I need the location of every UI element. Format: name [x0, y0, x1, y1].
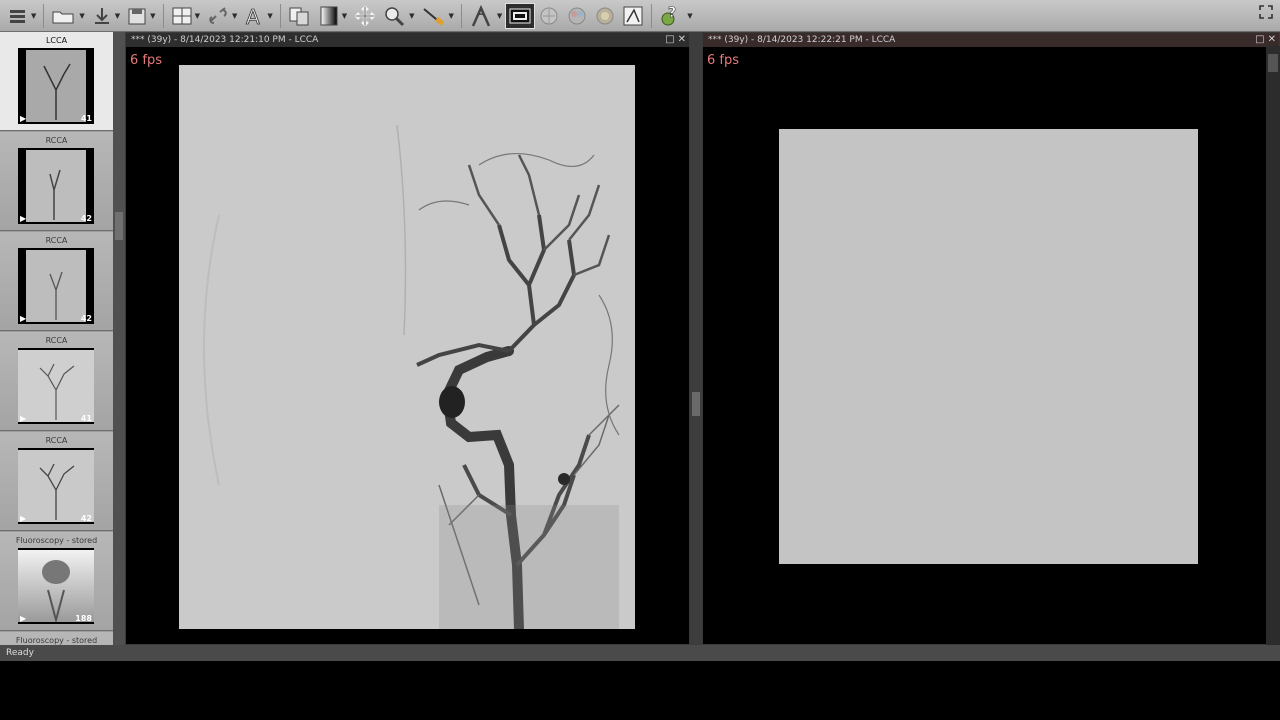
thumbnail-label: LCCA [45, 36, 68, 45]
series-thumbnail[interactable]: Fluoroscopy - stored [0, 632, 113, 645]
thumbnail-label: Fluoroscopy - stored [15, 636, 98, 645]
thumbnail-label: RCCA [45, 136, 68, 145]
thumbnail-image: ▶ 41 [18, 348, 94, 424]
toolbar-separator [43, 3, 45, 28]
frame-count: 42 [80, 514, 92, 523]
thumbnail-image: ▶ 41 [18, 48, 94, 124]
edit-icon[interactable] [619, 2, 647, 30]
download-icon[interactable]: ▼ [88, 2, 123, 30]
maximize-window-icon[interactable] [1258, 4, 1274, 24]
play-icon[interactable]: ▶ [20, 614, 26, 623]
frame-count: 42 [80, 214, 92, 223]
copy-pages-icon[interactable] [285, 2, 315, 30]
toolbar-separator [162, 3, 164, 28]
series-thumbnail[interactable]: Fluoroscopy - stored ▶ 188 [0, 532, 113, 631]
viewport-splitter[interactable] [690, 32, 702, 645]
series-thumbnail[interactable]: LCCA ▶ 41 [0, 32, 113, 131]
close-viewport-icon[interactable]: ✕ [1268, 34, 1276, 45]
angiogram-image[interactable] [179, 65, 635, 629]
scrollbar-thumb[interactable] [1268, 54, 1278, 72]
color-icon[interactable] [563, 2, 591, 30]
frame-count: 42 [80, 314, 92, 323]
thumbnail-image: ▶ 42 [18, 248, 94, 324]
pan-icon[interactable] [350, 2, 380, 30]
text-annotation-icon[interactable]: A ▼ [240, 2, 275, 30]
viewport-scrollbar[interactable] [1266, 46, 1280, 645]
link-icon[interactable]: ▼ [203, 2, 240, 30]
main-toolbar: ▼ ▼ ▼ ▼ ▼ ▼ A ▼ ▼ ▼ ▼ ▼ ? ▼ [0, 0, 1280, 32]
frame-rate-label: 6 fps [707, 53, 740, 68]
series-thumbnail-panel: LCCA ▶ 41 RCCA ▶ 42 RCCA ▶ 42 RCCA ▶ 41 … [0, 32, 113, 645]
maximize-viewport-icon[interactable]: □ [1255, 34, 1264, 45]
angle-icon[interactable]: ▼ [466, 2, 505, 30]
thumbnail-label: RCCA [45, 236, 68, 245]
play-icon[interactable]: ▶ [20, 214, 26, 223]
cine-icon[interactable] [505, 2, 536, 29]
frame-count: 41 [80, 114, 92, 123]
measure-icon[interactable]: ▼ [418, 2, 457, 30]
viewport-left[interactable]: *** (39y) - 8/14/2023 12:21:10 PM - LCCA… [125, 32, 690, 645]
help-icon[interactable]: ? ▼ [656, 2, 695, 30]
save-icon[interactable]: ▼ [123, 2, 158, 30]
frame-count: 188 [75, 614, 92, 623]
thumbnail-image: ▶ 42 [18, 448, 94, 524]
toolbar-separator [279, 3, 281, 28]
close-viewport-icon[interactable]: ✕ [678, 34, 686, 45]
toolbar-separator [651, 3, 653, 28]
thumbnail-image: ▶ 188 [18, 548, 94, 624]
viewport-title-bar: *** (39y) - 8/14/2023 12:22:21 PM - LCCA… [703, 33, 1279, 47]
viewport-title-bar: *** (39y) - 8/14/2023 12:21:10 PM - LCCA… [126, 33, 689, 47]
svg-text:?: ? [668, 5, 676, 21]
play-icon[interactable]: ▶ [20, 514, 26, 523]
fusion-icon[interactable] [591, 2, 619, 30]
3d-icon[interactable] [535, 2, 563, 30]
status-bar: Ready [0, 645, 1280, 661]
splitter-grip[interactable] [692, 392, 700, 416]
thumbnail-label: Fluoroscopy - stored [15, 536, 98, 545]
viewport-title: *** (39y) - 8/14/2023 12:21:10 PM - LCCA [131, 35, 319, 45]
maximize-viewport-icon[interactable]: □ [665, 34, 674, 45]
frame-count: 41 [80, 414, 92, 423]
viewport-right[interactable]: *** (39y) - 8/14/2023 12:22:21 PM - LCCA… [702, 32, 1280, 645]
thumbnail-scrollbar[interactable] [113, 32, 125, 645]
blank-image-frame[interactable] [779, 129, 1198, 564]
zoom-icon[interactable]: ▼ [380, 2, 417, 30]
series-thumbnail[interactable]: RCCA ▶ 42 [0, 432, 113, 531]
play-icon[interactable]: ▶ [20, 414, 26, 423]
viewport-title: *** (39y) - 8/14/2023 12:22:21 PM - LCCA [708, 35, 896, 45]
toolbar-separator [460, 3, 462, 28]
window-level-icon[interactable]: ▼ [315, 2, 350, 30]
series-thumbnail[interactable]: RCCA ▶ 41 [0, 332, 113, 431]
scrollbar-thumb[interactable] [115, 212, 123, 240]
layout-grid-icon[interactable]: ▼ [168, 2, 203, 30]
thumbnail-image: ▶ 42 [18, 148, 94, 224]
play-icon[interactable]: ▶ [20, 314, 26, 323]
svg-text:A: A [246, 5, 260, 27]
status-text: Ready [6, 648, 34, 658]
series-thumbnail[interactable]: RCCA ▶ 42 [0, 132, 113, 231]
frame-rate-label: 6 fps [130, 53, 163, 68]
play-icon[interactable]: ▶ [20, 114, 26, 123]
thumbnail-label: RCCA [45, 336, 68, 345]
series-thumbnail[interactable]: RCCA ▶ 42 [0, 232, 113, 331]
menu-icon[interactable]: ▼ [4, 2, 39, 30]
thumbnail-label: RCCA [45, 436, 68, 445]
open-folder-icon[interactable]: ▼ [48, 2, 87, 30]
